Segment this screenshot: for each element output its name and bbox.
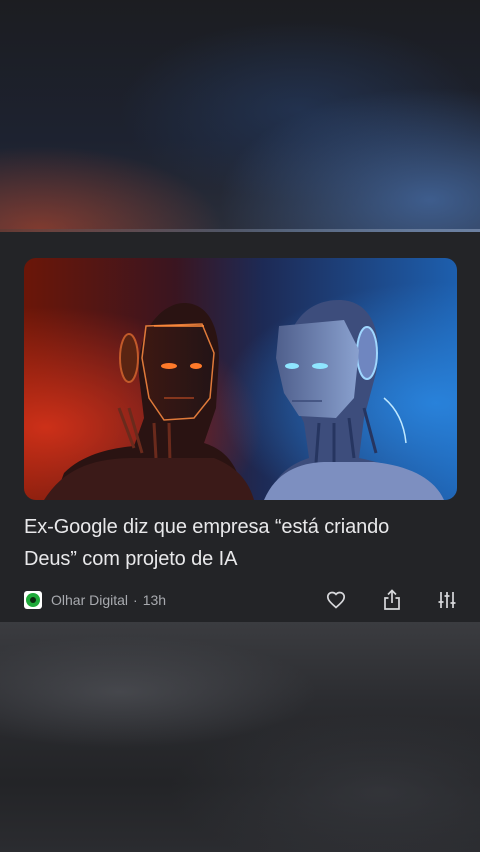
more-options-button[interactable] <box>434 587 460 613</box>
news-feed-screen: Ex-Google diz que empresa “está criando … <box>0 0 480 852</box>
news-card[interactable]: Ex-Google diz que empresa “está criando … <box>0 232 480 622</box>
meta-separator: · <box>133 592 138 608</box>
article-meta: Olhar Digital · 13h <box>24 589 166 611</box>
next-card-blurred[interactable] <box>0 622 480 852</box>
heart-icon <box>326 591 346 609</box>
share-button[interactable] <box>379 587 405 613</box>
source-name[interactable]: Olhar Digital <box>51 592 128 608</box>
source-logo-icon <box>24 591 42 609</box>
sliders-icon <box>438 592 456 608</box>
like-button[interactable] <box>323 587 349 613</box>
robots-illustration <box>24 258 457 500</box>
share-icon <box>384 589 400 610</box>
previous-card-blurred[interactable] <box>0 0 480 232</box>
article-image[interactable] <box>24 258 457 500</box>
publish-time: 13h <box>142 592 167 608</box>
article-headline[interactable]: Ex-Google diz que empresa “está criando … <box>24 511 444 575</box>
